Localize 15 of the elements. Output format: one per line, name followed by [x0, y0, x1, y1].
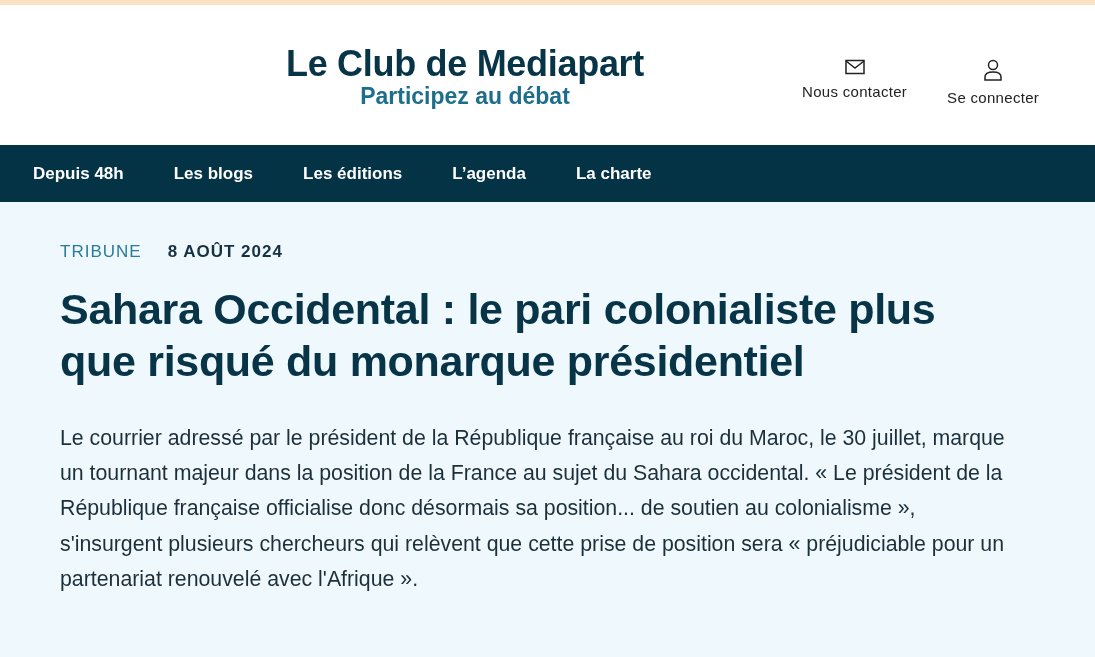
mail-icon — [844, 58, 865, 75]
article-headline: Sahara Occidental : le pari colonialiste plus que risqué du monarque présidentiel — [60, 284, 937, 387]
site-tagline: Participez au débat — [360, 82, 570, 110]
site-logo[interactable]: Le Club de Mediapart — [285, 44, 644, 83]
article-category[interactable]: TRIBUNE — [60, 242, 142, 262]
article-date: 8 AOÛT 2024 — [167, 242, 283, 262]
article-lead: Le courrier adressé par le président de la République française au roi du Maroc, le 30 juillet, marque un tournant majeur dans la position de la France au sujet du Sahara occidental. « Le président de la République française officialise donc désormais sa position... de soutien au colonialisme », s'insurgent plusieurs chercheurs qui relèvent que cette prise de position sera « préjudiciable pour un partenariat renouvelé avec l'Afrique ». — [60, 425, 1006, 593]
nav-link[interactable]: La charte — [575, 163, 652, 184]
header-link[interactable]: Se connecter — [947, 58, 1040, 106]
nav-link[interactable]: Les éditions — [303, 163, 403, 184]
header-link[interactable]: Nous contacter — [802, 58, 908, 106]
nav-link[interactable]: Depuis 48h — [33, 163, 124, 184]
user-icon — [983, 58, 1004, 81]
nav-link[interactable]: L’agenda — [452, 163, 526, 184]
nav-link[interactable]: Les blogs — [173, 163, 254, 184]
